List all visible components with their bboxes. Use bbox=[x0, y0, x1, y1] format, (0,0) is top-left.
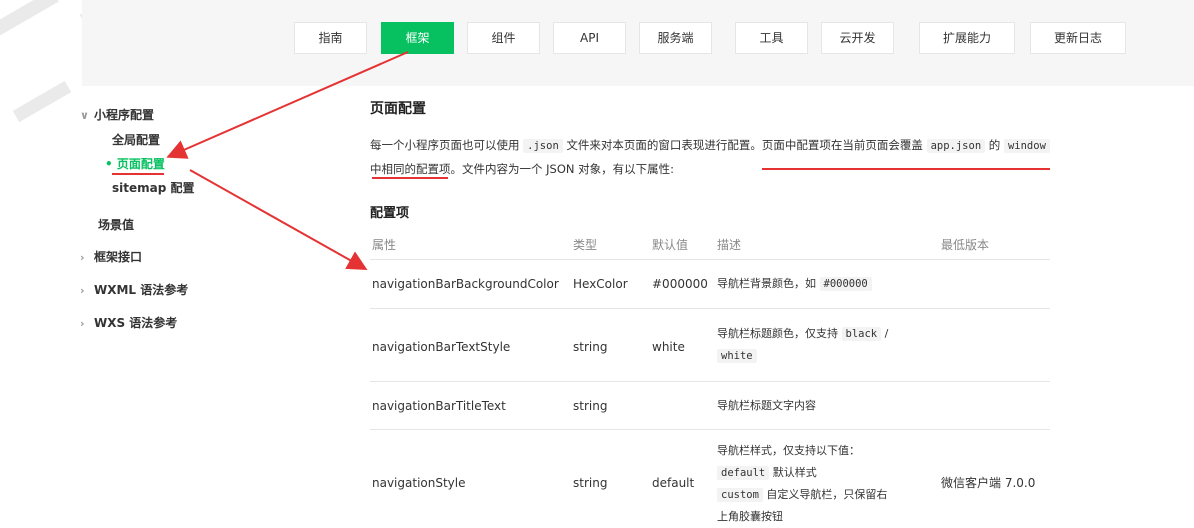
annotation-arrows bbox=[166, 51, 409, 270]
annotation-arrow bbox=[166, 51, 409, 159]
annotation-arrow bbox=[189, 169, 368, 270]
